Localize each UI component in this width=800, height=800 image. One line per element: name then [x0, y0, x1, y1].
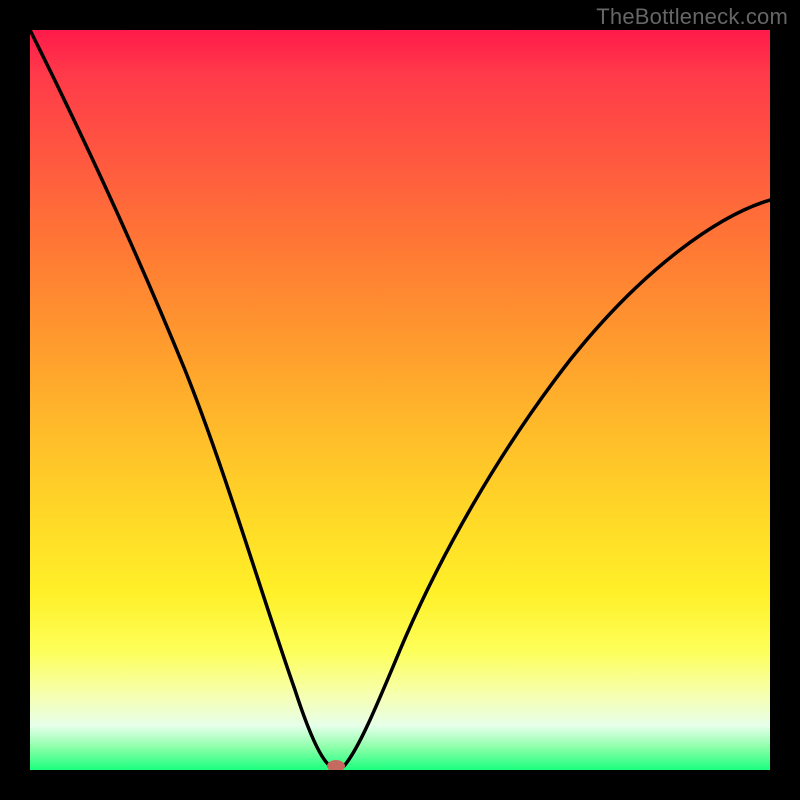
chart-frame: TheBottleneck.com [0, 0, 800, 800]
curve-path [30, 30, 770, 769]
plot-area [30, 30, 770, 770]
watermark-text: TheBottleneck.com [596, 4, 788, 30]
bottleneck-curve [30, 30, 770, 770]
optimal-point-marker [327, 760, 345, 770]
